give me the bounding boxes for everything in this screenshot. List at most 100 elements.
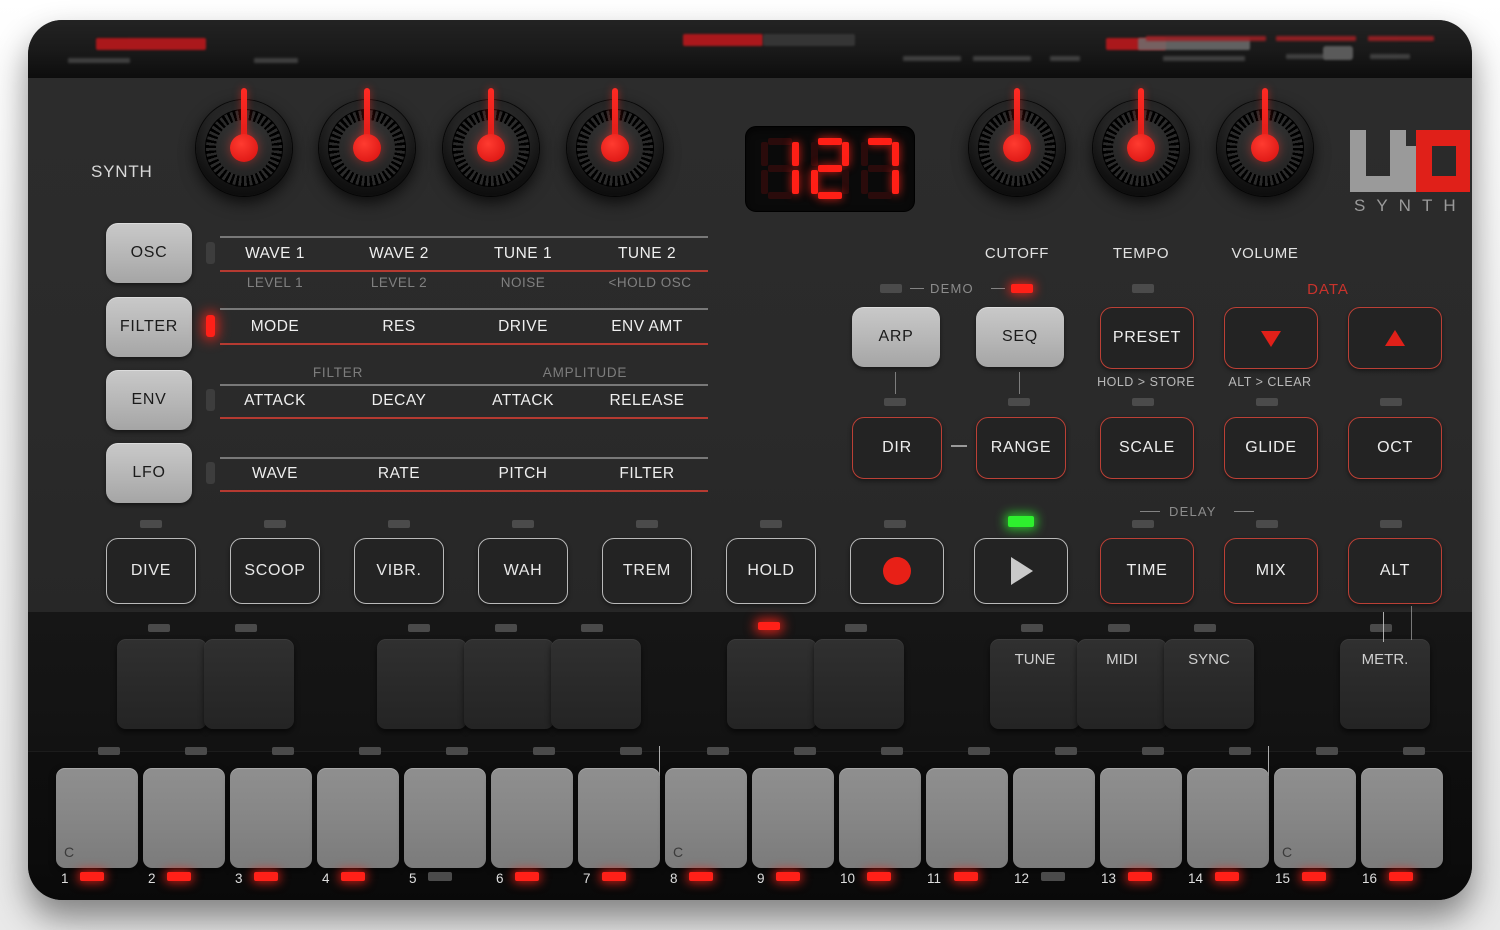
key-number-7: 7: [583, 871, 591, 886]
black-key-6[interactable]: [727, 639, 817, 729]
knob-volume[interactable]: [1217, 88, 1313, 196]
button-glide[interactable]: GLIDE: [1224, 417, 1318, 479]
button-dir[interactable]: DIR: [852, 417, 942, 479]
param-label-wave2: WAVE 2: [369, 245, 429, 262]
key-number-6: 6: [496, 871, 504, 886]
display-digit-3: [860, 138, 900, 200]
blackkey-led-midi: [1108, 624, 1130, 632]
section-button-env-label: ENV: [131, 391, 167, 408]
rear-jack-label-3: [1050, 56, 1080, 61]
black-key-4[interactable]: [464, 639, 554, 729]
button-data-down[interactable]: [1224, 307, 1318, 369]
filter-line-top: [220, 308, 708, 310]
section-button-env[interactable]: ENV: [106, 370, 192, 430]
key-number-1: 1: [61, 871, 69, 886]
button-oct[interactable]: OCT: [1348, 417, 1442, 479]
rear-toggle-switch[interactable]: [1323, 46, 1353, 60]
white-key-9[interactable]: [752, 768, 834, 868]
button-hold[interactable]: HOLD: [726, 538, 816, 604]
knob-wave2[interactable]: [319, 88, 415, 196]
knob-tempo[interactable]: [1093, 88, 1189, 196]
knob-indicator: [364, 88, 370, 140]
black-key-7[interactable]: [814, 639, 904, 729]
seg-g: [768, 165, 792, 172]
knob-wave1[interactable]: [196, 88, 292, 196]
note-marker-c3: C: [1282, 844, 1293, 860]
white-key-4[interactable]: [317, 768, 399, 868]
black-key-5[interactable]: [551, 639, 641, 729]
param-label-wave1: WAVE 1: [245, 245, 305, 262]
button-wah[interactable]: WAH: [478, 538, 568, 604]
white-key-13[interactable]: [1100, 768, 1182, 868]
param-sublabel-level2: LEVEL 2: [370, 275, 428, 290]
button-data-up[interactable]: [1348, 307, 1442, 369]
pad-metronome[interactable]: METR.: [1340, 639, 1430, 729]
seg-d: [868, 192, 892, 199]
white-key-10[interactable]: [839, 768, 921, 868]
param-label-mode: MODE: [250, 318, 300, 335]
white-key-5[interactable]: [404, 768, 486, 868]
white-key-3[interactable]: [230, 768, 312, 868]
scoop-led: [264, 520, 286, 528]
button-dive[interactable]: DIVE: [106, 538, 196, 604]
param-label-lfo-wave: WAVE: [252, 465, 298, 482]
filter-line-bottom: [220, 343, 708, 345]
black-key-2[interactable]: [204, 639, 294, 729]
section-button-osc-label: OSC: [130, 244, 168, 261]
whitekey-top-led-4: [359, 747, 381, 755]
section-button-lfo[interactable]: LFO: [106, 443, 192, 503]
white-key-12[interactable]: [1013, 768, 1095, 868]
button-range[interactable]: RANGE: [976, 417, 1066, 479]
param-label-amp-attack: ATTACK: [492, 392, 554, 409]
knob-center-dot: [230, 134, 258, 162]
pad-midi[interactable]: MIDI: [1077, 639, 1167, 729]
key-number-15: 15: [1275, 871, 1291, 886]
button-scoop[interactable]: SCOOP: [230, 538, 320, 604]
octave-divider-left: [659, 746, 661, 776]
param-label-lfo-pitch: PITCH: [498, 465, 548, 482]
white-key-7[interactable]: [578, 768, 660, 868]
seg-d: [818, 192, 842, 199]
button-arp[interactable]: ARP: [852, 307, 940, 367]
blackkey-led-3: [408, 624, 430, 632]
key-number-10: 10: [840, 871, 856, 886]
black-key-1[interactable]: [117, 639, 207, 729]
knob-tune2[interactable]: [567, 88, 663, 196]
button-vibr[interactable]: VIBR.: [354, 538, 444, 604]
section-button-osc[interactable]: OSC: [106, 223, 192, 283]
knob-tune1[interactable]: [443, 88, 539, 196]
step-led-6: [515, 872, 539, 881]
seg-c: [892, 170, 899, 194]
white-key-14[interactable]: [1187, 768, 1269, 868]
knob-label-volume: VOLUME: [1231, 245, 1299, 262]
button-mix[interactable]: MIX: [1224, 538, 1318, 604]
button-alt[interactable]: ALT: [1348, 538, 1442, 604]
button-trem[interactable]: TREM: [602, 538, 692, 604]
triangle-down-icon: [1261, 331, 1281, 347]
knob-cutoff[interactable]: [969, 88, 1065, 196]
scale-led: [1132, 398, 1154, 406]
blackkey-led-tune: [1021, 624, 1043, 632]
step-led-3: [254, 872, 278, 881]
button-seq[interactable]: SEQ: [976, 307, 1064, 367]
black-key-3[interactable]: [377, 639, 467, 729]
button-record[interactable]: [850, 538, 944, 604]
pad-tune[interactable]: TUNE: [990, 639, 1080, 729]
button-preset[interactable]: PRESET: [1100, 307, 1194, 369]
delay-dash-right: [1234, 511, 1254, 513]
white-key-2[interactable]: [143, 768, 225, 868]
pad-sync-label: SYNC: [1188, 651, 1230, 668]
white-key-6[interactable]: [491, 768, 573, 868]
button-scale-label: SCALE: [1119, 439, 1175, 456]
white-key-16[interactable]: [1361, 768, 1443, 868]
octave-divider-mid: [1383, 612, 1385, 642]
button-time[interactable]: TIME: [1100, 538, 1194, 604]
button-arp-label: ARP: [878, 328, 914, 345]
button-play[interactable]: [974, 538, 1068, 604]
data-down-sublabel: ALT > CLEAR: [1228, 375, 1312, 389]
triangle-up-icon: [1385, 330, 1405, 346]
white-key-11[interactable]: [926, 768, 1008, 868]
button-scale[interactable]: SCALE: [1100, 417, 1194, 479]
pad-sync[interactable]: SYNC: [1164, 639, 1254, 729]
section-button-filter[interactable]: FILTER: [106, 297, 192, 357]
